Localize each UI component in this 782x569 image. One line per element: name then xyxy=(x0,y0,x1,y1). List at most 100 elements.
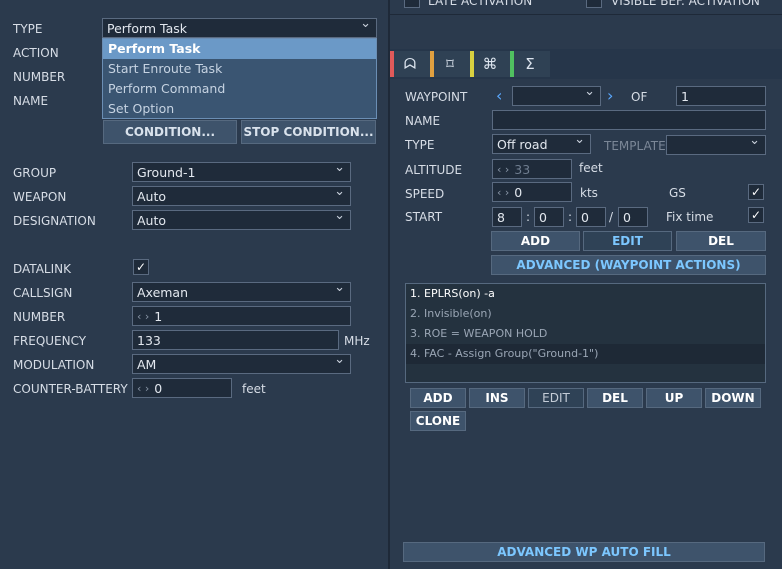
list-item[interactable]: 1. EPLRS(on) -a xyxy=(406,284,765,304)
template-select[interactable] xyxy=(666,133,766,155)
start-frame-value: 0 xyxy=(623,209,631,225)
list-item[interactable]: 2. Invisible(on) xyxy=(406,304,765,324)
weapon-value: Auto xyxy=(137,188,167,204)
type-select[interactable]: Perform Task xyxy=(102,16,377,38)
number2-value: 1 xyxy=(154,308,163,324)
speed-value: 0 xyxy=(514,184,523,200)
wp-type-select[interactable]: Off road xyxy=(492,132,591,154)
callsign-select[interactable]: Axeman xyxy=(132,280,351,302)
gs-checkbox[interactable]: ✓ xyxy=(748,184,764,200)
action-del-button[interactable]: DEL xyxy=(587,388,643,408)
actions-list[interactable]: 1. EPLRS(on) -a 2. Invisible(on) 3. ROE … xyxy=(405,283,766,383)
tab-target[interactable]: ⌑ xyxy=(430,51,470,77)
wp-edit-button[interactable]: EDIT xyxy=(583,231,672,251)
action-clone-button[interactable]: CLONE xyxy=(410,411,466,431)
group-label: GROUP xyxy=(13,166,57,180)
route-icon: ᗣ xyxy=(403,55,417,73)
type-dropdown-list[interactable]: Perform Task Start Enroute Task Perform … xyxy=(102,38,377,119)
type-label: TYPE xyxy=(13,22,43,36)
action-ins-button[interactable]: INS xyxy=(469,388,525,408)
target-icon: ⌑ xyxy=(446,55,454,73)
weapon-select[interactable]: Auto xyxy=(132,184,351,206)
spinner-arrows-icon[interactable]: ‹ › xyxy=(497,163,509,176)
frequency-input[interactable]: 133 xyxy=(132,330,339,350)
check-icon: ✓ xyxy=(750,185,762,199)
command-icon: ⌘ xyxy=(482,55,498,73)
start-hour-value: 8 xyxy=(497,209,505,225)
number-label: NUMBER xyxy=(13,70,66,84)
dropdown-option[interactable]: Set Option xyxy=(103,99,376,119)
check-icon: ✓ xyxy=(750,208,762,222)
dropdown-option[interactable]: Perform Command xyxy=(103,79,376,99)
condition-button[interactable]: CONDITION... xyxy=(103,120,237,144)
frequency-value: 133 xyxy=(137,332,161,348)
speed-spinner[interactable]: ‹ › 0 xyxy=(492,182,572,202)
wp-type-label: TYPE xyxy=(405,138,435,152)
start-frame-field[interactable]: 0 xyxy=(618,207,648,227)
of-value: 1 xyxy=(681,88,689,104)
dropdown-option[interactable]: Perform Task xyxy=(103,39,376,59)
start-hour-field[interactable]: 8 xyxy=(492,207,522,227)
visible-activation-checkbox[interactable] xyxy=(586,0,602,8)
start-label: START xyxy=(405,210,443,224)
top-separator xyxy=(390,14,782,15)
waypoint-label: WAYPOINT xyxy=(405,90,468,104)
weapon-label: WEAPON xyxy=(13,190,67,204)
waypoint-count-field[interactable]: 1 xyxy=(676,86,766,106)
wp-del-button[interactable]: DEL xyxy=(676,231,766,251)
altitude-label: ALTITUDE xyxy=(405,163,463,177)
tab-color-bar xyxy=(470,51,474,77)
number-spinner[interactable]: ‹ › 1 xyxy=(132,306,351,326)
action-label: ACTION xyxy=(13,46,59,60)
wp-add-button[interactable]: ADD xyxy=(491,231,580,251)
start-second-field[interactable]: 0 xyxy=(576,207,606,227)
waypoint-select[interactable] xyxy=(512,84,601,106)
action-down-button[interactable]: DOWN xyxy=(705,388,761,408)
tab-color-bar xyxy=(390,51,394,77)
modulation-select[interactable]: AM xyxy=(132,352,351,374)
next-waypoint-icon[interactable]: › xyxy=(607,86,613,105)
spinner-arrows-icon[interactable]: ‹ › xyxy=(137,310,149,323)
counter-value: 0 xyxy=(154,380,163,396)
prev-waypoint-icon[interactable]: ‹ xyxy=(496,86,502,105)
stop-condition-button[interactable]: STOP CONDITION... xyxy=(241,120,376,144)
late-activation-checkbox[interactable] xyxy=(404,0,420,8)
speed-label: SPEED xyxy=(405,187,445,201)
spinner-arrows-icon[interactable]: ‹ › xyxy=(497,186,509,199)
dropdown-option[interactable]: Start Enroute Task xyxy=(103,59,376,79)
type-value: Perform Task xyxy=(107,20,188,36)
wp-name-input[interactable] xyxy=(492,110,766,130)
counter-battery-label: COUNTER-BATTERY xyxy=(13,382,128,396)
list-item[interactable]: 4. FAC - Assign Group("Ground-1") xyxy=(406,344,765,364)
list-item[interactable]: 3. ROE = WEAPON HOLD xyxy=(406,324,765,344)
altitude-spinner[interactable]: ‹ › 33 xyxy=(492,159,572,179)
fix-time-checkbox[interactable]: ✓ xyxy=(748,207,764,223)
counter-unit: feet xyxy=(242,382,266,396)
advanced-wp-auto-fill-button[interactable]: ADVANCED WP AUTO FILL xyxy=(403,542,765,562)
designation-select[interactable]: Auto xyxy=(132,208,351,230)
designation-value: Auto xyxy=(137,212,167,228)
time-separator: : xyxy=(568,210,573,224)
spinner-arrows-icon[interactable]: ‹ › xyxy=(137,382,149,395)
group-select[interactable]: Ground-1 xyxy=(132,160,351,182)
tab-sigma[interactable]: Σ xyxy=(510,51,550,77)
late-activation-label: LATE ACTIVATION xyxy=(428,0,533,8)
designation-label: DESIGNATION xyxy=(13,214,96,228)
tab-command[interactable]: ⌘ xyxy=(470,51,510,77)
check-icon: ✓ xyxy=(135,260,147,274)
counter-battery-spinner[interactable]: ‹ › 0 xyxy=(132,378,232,398)
action-up-button[interactable]: UP xyxy=(646,388,702,408)
start-minute-field[interactable]: 0 xyxy=(534,207,564,227)
fix-time-label: Fix time xyxy=(666,210,714,224)
action-edit-button[interactable]: EDIT xyxy=(528,388,584,408)
action-add-button[interactable]: ADD xyxy=(410,388,466,408)
datalink-checkbox[interactable]: ✓ xyxy=(133,259,149,275)
datalink-label: DATALINK xyxy=(13,262,71,276)
wp-type-value: Off road xyxy=(497,136,548,152)
wp-name-label: NAME xyxy=(405,114,441,128)
tab-route[interactable]: ᗣ xyxy=(390,51,430,77)
advanced-waypoint-actions-button[interactable]: ADVANCED (WAYPOINT ACTIONS) xyxy=(491,255,766,275)
gs-label: GS xyxy=(669,186,686,200)
of-label: OF xyxy=(631,90,648,104)
group-value: Ground-1 xyxy=(137,164,196,180)
